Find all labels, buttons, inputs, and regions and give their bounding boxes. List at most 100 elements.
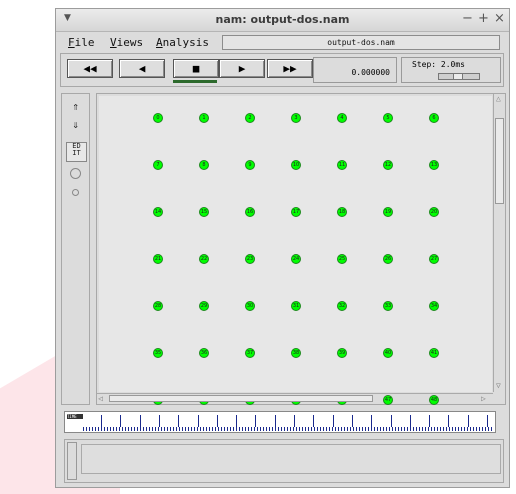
network-node[interactable]: 1 [199,113,209,123]
network-node[interactable]: 5 [383,113,393,123]
info-scrollbar[interactable] [67,442,77,480]
network-node[interactable]: 35 [153,348,163,358]
network-node[interactable]: 26 [383,254,393,264]
network-node[interactable]: 14 [153,207,163,217]
menu-analysis-label: nalysis [162,36,209,49]
network-node[interactable]: 23 [245,254,255,264]
network-node[interactable]: 34 [429,301,439,311]
network-node[interactable]: 2 [245,113,255,123]
stop-button[interactable]: ■ [173,59,219,78]
vertical-scrollbar[interactable]: △ ▽ [493,94,506,392]
step-back-button[interactable]: ◀ [119,59,165,78]
network-node[interactable]: 3 [291,113,301,123]
network-node[interactable]: 13 [429,160,439,170]
network-node[interactable]: 20 [429,207,439,217]
network-node[interactable]: 30 [245,301,255,311]
timeline-tick [101,415,102,427]
network-node[interactable]: 39 [337,348,347,358]
vertical-scroll-thumb[interactable] [495,118,504,204]
network-node[interactable]: 17 [291,207,301,217]
network-node[interactable]: 8 [199,160,209,170]
timeline-tick [178,415,180,427]
network-node[interactable]: 15 [199,207,209,217]
step-slider[interactable] [438,73,480,80]
network-node[interactable]: 16 [245,207,255,217]
menu-file[interactable]: File [68,36,95,49]
scroll-right-icon[interactable]: ▷ [481,394,486,403]
network-canvas[interactable]: 0 1 2 3 4 5 6 7 8 9 10 11 12 13 14 15 16 17 18 19 20 21 22 23 24… [99,96,492,405]
timeline-tick [467,415,469,427]
timeline-slider[interactable]: TIME [64,411,496,433]
large-circle-icon[interactable] [66,168,85,184]
timeline-tick [158,415,160,427]
scroll-up-icon[interactable]: △ [496,94,501,103]
network-node[interactable]: 21 [153,254,163,264]
network-node[interactable]: 28 [153,301,163,311]
network-node[interactable]: 18 [337,207,347,217]
timeline-tick [487,415,488,427]
network-node[interactable]: 19 [383,207,393,217]
network-node[interactable]: 11 [337,160,347,170]
menu-bar: File Views Analysis output-dos.nam [56,32,509,52]
time-display: 0.000000 [313,57,397,83]
horizontal-scrollbar[interactable]: ◁ ▷ [97,393,493,404]
network-node[interactable]: 25 [337,254,347,264]
menu-views-mnemonic: V [110,36,117,49]
network-node[interactable]: 37 [245,348,255,358]
fast-forward-button[interactable]: ▶▶ [267,59,313,78]
edit-label-2: IT [72,149,81,157]
timeline-tick [371,415,373,427]
timeline-tick [197,415,199,427]
network-node[interactable]: 38 [291,348,301,358]
timeline-tick [429,415,431,427]
menu-file-mnemonic: F [68,36,75,49]
network-node[interactable]: 4 [337,113,347,123]
play-button[interactable]: ▶ [219,59,265,78]
zoom-out-icon[interactable]: ⇓ [66,118,85,134]
step-control: Step: 2.0ms [401,57,501,83]
network-node[interactable]: 31 [291,301,301,311]
minimize-icon[interactable]: − [462,11,473,26]
network-node[interactable]: 32 [337,301,347,311]
network-node[interactable]: 7 [153,160,163,170]
network-node[interactable]: 12 [383,160,393,170]
rewind-button[interactable]: ◀◀ [67,59,113,78]
network-node[interactable]: 40 [383,348,393,358]
network-node[interactable]: 0 [153,113,163,123]
network-node[interactable]: 9 [245,160,255,170]
small-circle-icon[interactable] [66,186,85,202]
timeline-tick [216,415,218,427]
zoom-in-icon[interactable]: ⇑ [66,100,85,116]
filename-display: output-dos.nam [222,35,500,50]
timeline-label: TIME [67,414,83,419]
timeline-tick [448,415,450,427]
network-node[interactable]: 36 [199,348,209,358]
timeline-tick [313,415,315,427]
network-node[interactable]: 33 [383,301,393,311]
network-node[interactable]: 10 [291,160,301,170]
scroll-down-icon[interactable]: ▽ [496,381,501,390]
animation-area: 0 1 2 3 4 5 6 7 8 9 10 11 12 13 14 15 16 17 18 19 20 21 22 23 24… [96,93,506,405]
menu-views[interactable]: Views [110,36,143,49]
timeline-tick [274,415,276,427]
edit-button[interactable]: ED IT [66,142,87,162]
horizontal-scroll-thumb[interactable] [109,395,373,402]
window-title: nam: output-dos.nam [215,13,350,26]
network-node[interactable]: 29 [199,301,209,311]
scroll-left-icon[interactable]: ◁ [98,394,103,403]
timeline-scale [83,427,493,431]
network-node[interactable]: 6 [429,113,439,123]
network-node[interactable]: 27 [429,254,439,264]
network-node[interactable]: 24 [291,254,301,264]
close-icon[interactable]: × [494,11,505,26]
step-slider-thumb[interactable] [453,74,463,79]
timeline-tick [390,415,392,427]
network-node[interactable]: 41 [429,348,439,358]
maximize-icon[interactable]: + [478,11,489,26]
menu-views-label: iews [116,36,144,49]
stop-active-indicator [173,80,217,83]
menu-analysis[interactable]: Analysis [156,36,209,49]
menu-analysis-mnemonic: A [156,36,163,49]
info-text-area [81,444,501,474]
network-node[interactable]: 22 [199,254,209,264]
